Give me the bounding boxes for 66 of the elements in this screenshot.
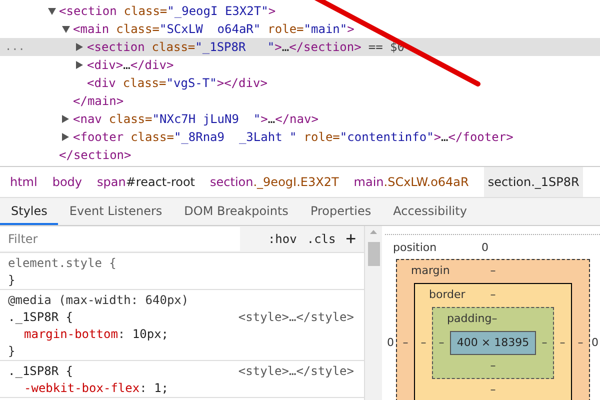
dom-tree-row[interactable]: <footer class="_8Rna9 _3Laht " role="contentinfo">…</footer> — [0, 128, 600, 146]
box-value: – — [576, 334, 584, 351]
breadcrumb-item[interactable]: span#react-root — [97, 167, 196, 197]
html-code-line: <section class="_1SP8R ">…</section> — [87, 39, 362, 56]
scrollbar[interactable] — [365, 226, 382, 400]
box-value: 0 — [590, 335, 600, 351]
html-code-line: <div class="vgS-T"></div> — [87, 75, 268, 92]
selector-text: ._1SP8R { — [8, 362, 74, 380]
breadcrumb-item[interactable]: section._9eogI.E3X2T — [210, 167, 339, 197]
collapse-triangle-icon[interactable] — [62, 115, 69, 123]
breadcrumb-item[interactable]: body — [52, 167, 82, 197]
media-query: @media (max-width: 640px) — [8, 292, 190, 308]
dom-tree-row[interactable]: <nav class="NXc7H jLuN9 ">…</nav> — [0, 110, 600, 128]
box-value: – — [490, 382, 496, 398]
box-value: – — [490, 287, 496, 304]
panel-tab[interactable]: Event Listeners — [58, 198, 174, 225]
scrollbar-thumb[interactable] — [368, 242, 380, 266]
html-code-line: <nav class="NXc7H jLuN9 ">…</nav> — [73, 111, 318, 128]
box-label: margin — [410, 263, 450, 280]
collapse-triangle-icon[interactable] — [76, 43, 83, 51]
dom-tree-row[interactable]: <main class="SCxLW o64aR" role="main"> — [0, 20, 600, 38]
html-code-line: <section class="_9eogI E3X2T"> — [59, 3, 276, 20]
box-label: position — [392, 240, 437, 256]
box-value: – — [490, 358, 496, 374]
collapse-triangle-icon[interactable] — [76, 61, 83, 69]
closing-brace: } — [8, 272, 16, 288]
breadcrumb-item[interactable]: section._1SP8R — [484, 167, 584, 197]
box-value: – — [490, 263, 496, 280]
toggle-button[interactable]: .cls — [306, 230, 336, 248]
html-code-line: <div>…</div> — [87, 57, 174, 74]
box-value: – — [438, 334, 446, 351]
add-rule-button[interactable]: + — [346, 230, 356, 248]
dom-tree-row[interactable]: <section class="_9eogI E3X2T"> — [0, 2, 600, 20]
html-code-line: </main> — [73, 93, 124, 110]
selector-text: element.style { — [8, 254, 116, 272]
panel-tab[interactable]: Properties — [299, 198, 382, 225]
css-declaration: margin-bottom: 10px; — [23, 326, 170, 342]
panel-tab[interactable]: Accessibility — [382, 198, 478, 225]
html-code-line: <main class="SCxLW o64aR" role="main"> — [73, 21, 354, 38]
box-value: 0 — [386, 335, 395, 351]
box-value: 0 — [482, 240, 488, 256]
html-code-line: <footer class="_8Rna9 _3Laht " role="contentinfo">…</footer> — [73, 129, 514, 146]
box-label: border — [428, 287, 466, 304]
box-value: – — [540, 334, 548, 351]
panel-tab[interactable]: DOM Breakpoints — [173, 198, 300, 225]
expand-triangle-icon[interactable] — [62, 26, 70, 32]
dom-tree-row[interactable]: <div>…</div> — [0, 56, 600, 74]
dom-tree-row[interactable]: <div class="vgS-T"></div> — [0, 74, 600, 92]
source-link[interactable]: <style>…</style> — [238, 362, 354, 380]
selector-text: ._1SP8R { — [8, 308, 74, 326]
content-box: 400 × 18395 — [450, 331, 536, 355]
box-value: – — [402, 334, 410, 351]
source-link[interactable]: <style>…</style> — [238, 308, 354, 326]
breadcrumb-item[interactable]: html — [10, 167, 38, 197]
closing-brace: } — [8, 343, 16, 359]
expand-triangle-icon[interactable] — [48, 8, 56, 14]
box-value: – — [420, 334, 428, 351]
toggle-button[interactable]: :hov — [268, 230, 297, 248]
breadcrumb-item[interactable]: main.SCxLW.o64aR — [354, 167, 469, 197]
html-code-line: </section> — [59, 147, 132, 164]
css-declaration: -webkit-box-flex: 1; — [23, 380, 170, 396]
box-label: padding — [446, 311, 492, 328]
box-value: – — [558, 334, 566, 351]
collapse-triangle-icon[interactable] — [62, 133, 69, 141]
filter-field[interactable]: Filter — [0, 227, 240, 251]
box-value: – — [492, 311, 498, 328]
